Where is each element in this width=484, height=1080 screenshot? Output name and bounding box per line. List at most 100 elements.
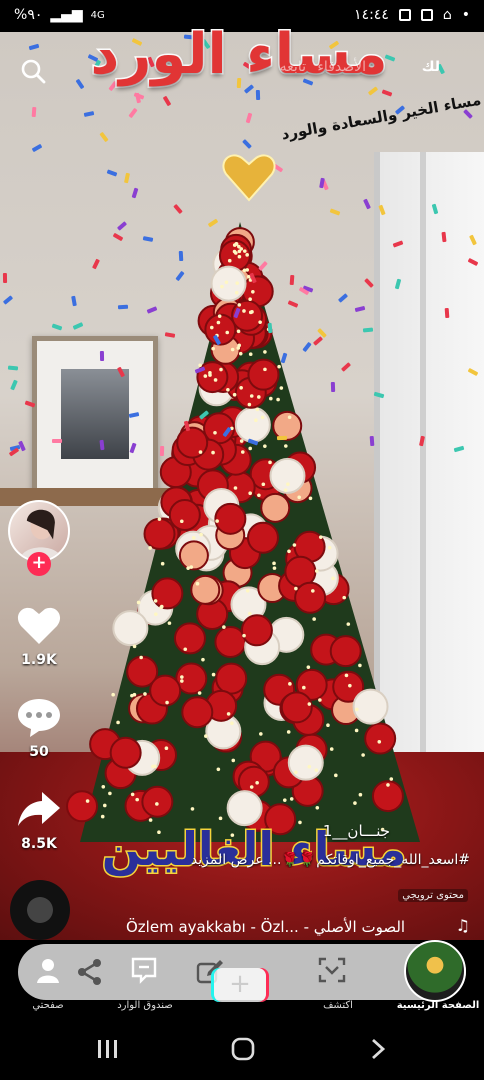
fairy-light [255, 407, 260, 412]
fairy-light [269, 396, 273, 401]
discover-icon[interactable] [318, 956, 346, 984]
fairy-light [240, 450, 245, 454]
fairy-light [239, 247, 244, 251]
confetti-piece [368, 86, 379, 96]
like-count: 1.9K [21, 652, 57, 668]
rose-flower [294, 581, 327, 614]
fairy-light [165, 700, 169, 705]
profile-icon[interactable] [34, 956, 62, 984]
rose-flower [181, 696, 214, 729]
music-title[interactable]: Özlem ayakkabı - Özl... - الصوت الأصلي [126, 918, 446, 936]
like-heart-icon[interactable] [16, 604, 62, 646]
author-name[interactable]: جنـــان__1 [323, 822, 390, 840]
fairy-light [222, 625, 226, 629]
search-icon[interactable] [20, 58, 46, 84]
fairy-light [255, 780, 259, 785]
fairy-light [358, 792, 363, 797]
confetti-piece [162, 95, 172, 107]
confetti-piece [276, 435, 288, 441]
fairy-light [132, 644, 137, 649]
orchid-flower [112, 610, 149, 647]
fairy-light [263, 444, 267, 448]
fairy-light [377, 740, 382, 744]
fairy-light [276, 397, 280, 402]
tab-friends[interactable]: الأصدقاء [317, 59, 366, 75]
fairy-light [237, 303, 242, 307]
fairy-light [247, 402, 252, 407]
fairy-light [198, 450, 203, 454]
fairy-light [302, 685, 306, 690]
recent-apps-icon[interactable] [96, 1038, 120, 1060]
fairy-light [297, 495, 301, 500]
create-button[interactable]: + [214, 968, 266, 1002]
fairy-light [232, 392, 237, 397]
follow-button[interactable]: + [27, 552, 51, 576]
rose-flower [329, 635, 362, 668]
fairy-light [237, 254, 242, 259]
post-caption[interactable]: #اسعد_الله_جميع_اوقاتكم🌹🌹... عرض المزيد [110, 852, 470, 868]
fairy-light [307, 702, 312, 706]
fairy-light [308, 496, 313, 501]
back-chevron-icon[interactable] [368, 1037, 388, 1061]
fairy-light [248, 352, 253, 357]
fairy-light [179, 519, 184, 524]
fairy-light [211, 672, 216, 677]
fairy-light [190, 807, 195, 811]
home-button-icon[interactable] [230, 1036, 256, 1062]
fairy-light [186, 566, 190, 570]
confetti-piece [99, 440, 105, 451]
fairy-light [216, 320, 221, 325]
fairy-light [277, 364, 281, 369]
music-disc-icon[interactable] [10, 880, 70, 940]
fairy-light [249, 785, 254, 789]
nav-label-discover: اكتشف [323, 1000, 353, 1011]
fairy-light [159, 604, 164, 609]
fairy-light [139, 655, 143, 660]
nav-label-inbox: صندوق الوارد [117, 1000, 173, 1011]
confetti-piece [381, 88, 393, 97]
comment-icon[interactable] [16, 696, 62, 738]
rose-flower [280, 691, 313, 724]
home-avatar-icon[interactable] [404, 940, 466, 1002]
confetti-piece [441, 232, 447, 243]
fairy-light [136, 600, 141, 605]
fairy-light [153, 764, 157, 769]
fairy-light [236, 329, 241, 334]
fairy-light [226, 712, 231, 716]
fairy-light [183, 647, 188, 652]
tab-following[interactable]: تابعه [280, 59, 306, 75]
fairy-light [353, 801, 357, 805]
fairy-light [257, 493, 261, 498]
fairy-light [157, 517, 162, 521]
fairy-light [203, 374, 208, 378]
confetti-piece [245, 113, 253, 124]
feed-tabs: تابعه الأصدقاء لك [0, 56, 484, 86]
rose-flower [176, 426, 209, 459]
fairy-light [268, 460, 272, 465]
confetti-piece [31, 144, 43, 153]
fairy-light [213, 430, 217, 435]
share-arrow-icon[interactable] [16, 788, 62, 830]
fairy-light [242, 309, 246, 313]
confetti-piece [289, 274, 295, 286]
tab-for-you[interactable]: لك [422, 59, 440, 75]
inbox-icon[interactable] [130, 956, 158, 984]
fairy-light [344, 673, 349, 678]
rose-flower [240, 614, 273, 647]
fairy-light [238, 351, 243, 356]
fairy-light [225, 330, 230, 335]
fairy-light [167, 621, 172, 625]
fairy-light [289, 797, 294, 801]
fairy-light [242, 633, 246, 638]
confetti-piece [444, 308, 450, 319]
share-nodes-icon[interactable] [76, 958, 104, 986]
rose-flower [178, 540, 209, 571]
fairy-light [288, 682, 292, 686]
fairy-light [294, 770, 298, 775]
fairy-light [258, 320, 262, 324]
fairy-light [346, 622, 351, 626]
confetti-piece [7, 365, 18, 371]
promo-tag: محتوى ترويجي [398, 889, 468, 902]
rose-flower [214, 502, 247, 535]
fairy-light [286, 482, 290, 486]
